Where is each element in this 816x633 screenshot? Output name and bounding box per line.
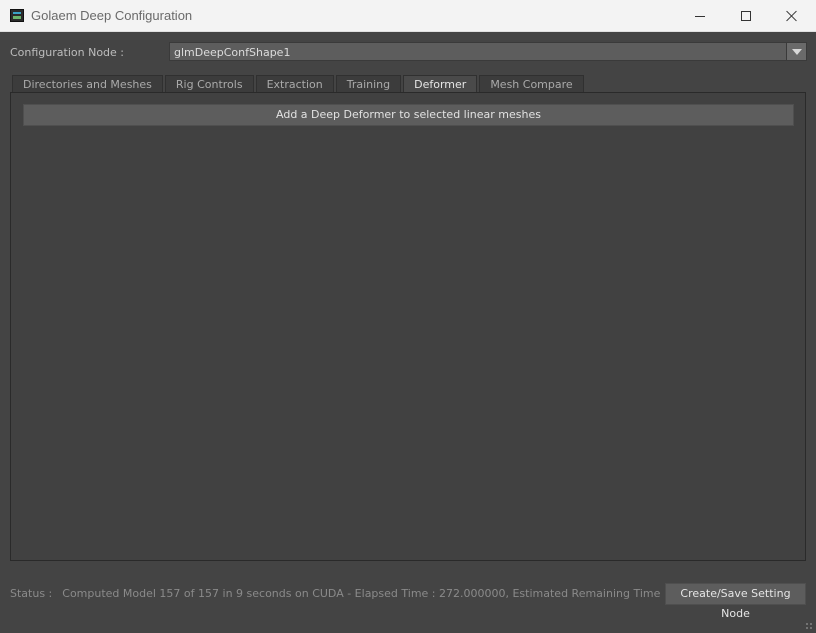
maximize-icon [741, 11, 751, 21]
create-save-setting-node-button[interactable]: Create/Save Setting Node [665, 583, 806, 620]
tab-training[interactable]: Training [335, 75, 402, 93]
chevron-down-icon[interactable] [786, 43, 806, 60]
configuration-node-value: glmDeepConfShape1 [174, 46, 291, 59]
maximize-button[interactable] [723, 0, 769, 32]
add-deep-deformer-button[interactable]: Add a Deep Deformer to selected linear m… [23, 104, 794, 126]
status-bar: Status : Computed Model 157 of 157 in 9 s… [10, 587, 724, 600]
golaem-app-icon [10, 9, 24, 22]
status-text: Computed Model 157 of 157 in 9 seconds o… [62, 587, 724, 600]
configuration-node-label: Configuration Node : [10, 46, 125, 59]
tab-deformer[interactable]: Deformer [403, 75, 478, 93]
tab-extraction[interactable]: Extraction [255, 75, 334, 93]
close-icon [786, 10, 798, 22]
close-button[interactable] [769, 0, 815, 32]
title-bar: Golaem Deep Configuration [0, 0, 816, 32]
tab-directories-and-meshes[interactable]: Directories and Meshes [12, 75, 163, 93]
tab-mesh-compare[interactable]: Mesh Compare [479, 75, 584, 93]
configuration-node-select[interactable]: glmDeepConfShape1 [169, 42, 807, 61]
minimize-button[interactable] [677, 0, 723, 32]
deformer-panel: Add a Deep Deformer to selected linear m… [10, 92, 806, 561]
tab-bar: Directories and Meshes Rig Controls Extr… [12, 75, 586, 93]
resize-grip-icon[interactable] [805, 622, 813, 630]
tab-rig-controls[interactable]: Rig Controls [164, 75, 254, 93]
status-label: Status : [10, 587, 53, 600]
minimize-icon [695, 15, 705, 17]
window-title: Golaem Deep Configuration [31, 8, 193, 23]
